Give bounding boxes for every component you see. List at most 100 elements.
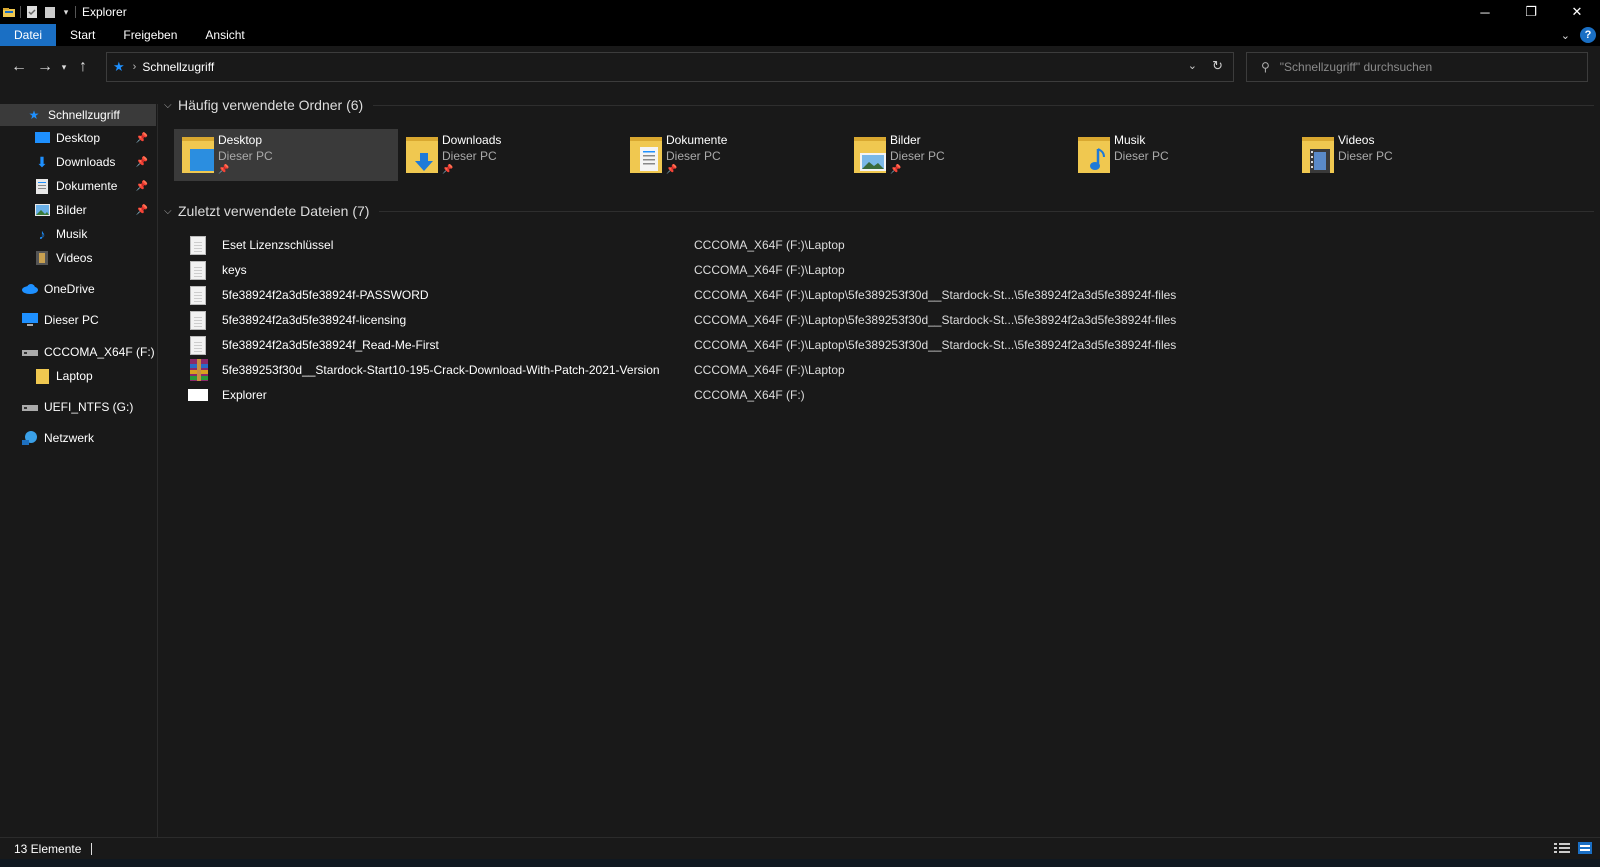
- explorer-app-icon[interactable]: [2, 5, 16, 19]
- breadcrumb-separator-icon[interactable]: ›: [133, 61, 137, 73]
- tab-start[interactable]: Start: [56, 24, 109, 46]
- expand-ribbon-icon[interactable]: ⌄: [1561, 29, 1570, 42]
- recent-file-row[interactable]: keys CCCOMA_X64F (F:)\Laptop: [188, 258, 1588, 282]
- sidebar-item-uefi-drive[interactable]: UEFI_NTFS (G:): [0, 396, 156, 418]
- forward-button[interactable]: →: [32, 52, 58, 82]
- recent-file-row[interactable]: 5fe38924f2a3d5fe38924f-licensing CCCOMA_…: [188, 308, 1588, 332]
- sidebar-item-label: Downloads: [56, 155, 116, 169]
- breadcrumb-schnellzugriff[interactable]: Schnellzugriff: [142, 60, 214, 74]
- sidebar-item-dieser-pc[interactable]: Dieser PC: [0, 309, 156, 331]
- back-button[interactable]: ←: [6, 52, 32, 82]
- file-name: Eset Lizenzschlüssel: [222, 238, 334, 252]
- tab-freigeben[interactable]: Freigeben: [109, 24, 191, 46]
- address-bar[interactable]: ★ › Schnellzugriff ⌄ ↻: [106, 52, 1234, 82]
- file-name: 5fe389253f30d__Stardock-Start10-195-Crac…: [222, 363, 660, 377]
- folder-location: Dieser PC: [1338, 149, 1393, 163]
- pin-icon: 📌: [666, 164, 678, 174]
- close-button[interactable]: ✕: [1554, 0, 1600, 24]
- group-title: Zuletzt verwendete Dateien (7): [178, 203, 370, 219]
- pin-icon: 📌: [890, 164, 902, 174]
- restore-icon: ❐: [1525, 4, 1537, 19]
- window-controls: ─ ❐ ✕: [1462, 0, 1600, 24]
- recent-file-row[interactable]: 5fe38924f2a3d5fe38924f_Read-Me-First CCC…: [188, 333, 1588, 357]
- up-button[interactable]: ↑: [70, 52, 96, 82]
- folder-name: Bilder: [890, 133, 921, 147]
- file-name: 5fe38924f2a3d5fe38924f_Read-Me-First: [222, 338, 439, 352]
- documents-icon: [34, 178, 50, 194]
- blank-file-icon: [188, 385, 208, 405]
- file-location: CCCOMA_X64F (F:)\Laptop: [694, 238, 845, 252]
- minimize-button[interactable]: ─: [1462, 0, 1508, 24]
- pin-icon[interactable]: 📌: [136, 181, 148, 192]
- pin-icon: 📌: [442, 164, 454, 174]
- recent-file-row[interactable]: Explorer CCCOMA_X64F (F:): [188, 383, 1588, 407]
- frequent-folders-header[interactable]: ⌵ Häufig verwendete Ordner (6): [164, 94, 1594, 116]
- pin-icon[interactable]: 📌: [136, 205, 148, 216]
- file-name: 5fe38924f2a3d5fe38924f-PASSWORD: [222, 288, 429, 302]
- recent-locations-button[interactable]: ▾: [58, 52, 70, 82]
- tab-datei[interactable]: Datei: [0, 24, 57, 46]
- cloud-icon: [22, 281, 38, 297]
- sidebar-item-label: UEFI_NTFS (G:): [44, 400, 134, 414]
- folder-location: Dieser PC: [218, 149, 273, 163]
- pictures-icon: [34, 202, 50, 218]
- details-view-icon[interactable]: [1554, 842, 1570, 857]
- recent-file-row[interactable]: Eset Lizenzschlüssel CCCOMA_X64F (F:)\La…: [188, 233, 1588, 257]
- file-name: 5fe38924f2a3d5fe38924f-licensing: [222, 313, 407, 327]
- folder-name: Videos: [1338, 133, 1375, 147]
- folder-tile-bilder[interactable]: Bilder Dieser PC 📌: [846, 129, 1070, 181]
- recent-files-header[interactable]: ⌵ Zuletzt verwendete Dateien (7): [164, 200, 1594, 222]
- sidebar-item-downloads[interactable]: ⬇ Downloads 📌: [0, 151, 156, 173]
- sidebar-item-bilder[interactable]: Bilder 📌: [0, 199, 156, 221]
- text-file-icon: [188, 310, 208, 330]
- properties-icon[interactable]: [25, 5, 39, 19]
- sidebar-item-dokumente[interactable]: Dokumente 📌: [0, 175, 156, 197]
- recent-file-row[interactable]: 5fe389253f30d__Stardock-Start10-195-Crac…: [188, 358, 1588, 382]
- sidebar-item-desktop[interactable]: Desktop 📌: [0, 127, 156, 149]
- sidebar-item-cccoma-drive[interactable]: CCCOMA_X64F (F:): [0, 341, 156, 363]
- desktop-icon: [34, 130, 50, 146]
- sidebar-item-videos[interactable]: Videos: [0, 247, 156, 269]
- pin-icon: 📌: [218, 164, 230, 174]
- pin-icon[interactable]: 📌: [136, 133, 148, 144]
- folder-location: Dieser PC: [442, 149, 497, 163]
- sidebar-item-label: Laptop: [56, 369, 93, 383]
- search-box[interactable]: ⚲: [1246, 52, 1588, 82]
- folder-tile-downloads[interactable]: Downloads Dieser PC 📌: [398, 129, 622, 181]
- taskbar-edge: [0, 859, 1600, 867]
- pin-icon[interactable]: 📌: [136, 157, 148, 168]
- sidebar-item-label: Bilder: [56, 203, 87, 217]
- folder-tile-dokumente[interactable]: Dokumente Dieser PC 📌: [622, 129, 846, 181]
- tiles-view-icon[interactable]: [1578, 842, 1592, 857]
- drive-icon: [22, 344, 38, 360]
- restore-button[interactable]: ❐: [1508, 0, 1554, 24]
- search-input[interactable]: [1279, 60, 1570, 74]
- new-folder-icon[interactable]: [43, 5, 57, 19]
- sidebar-item-schnellzugriff[interactable]: ★ Schnellzugriff: [0, 104, 156, 126]
- sidebar-item-onedrive[interactable]: OneDrive: [0, 278, 156, 300]
- back-arrow-icon: ←: [11, 58, 27, 75]
- sidebar-item-netzwerk[interactable]: Netzwerk: [0, 427, 156, 449]
- refresh-icon[interactable]: ↻: [1212, 58, 1223, 74]
- file-location: CCCOMA_X64F (F:): [694, 388, 805, 402]
- sidebar-item-laptop[interactable]: Laptop: [0, 365, 156, 387]
- tab-ansicht[interactable]: Ansicht: [191, 24, 258, 46]
- chevron-down-icon[interactable]: ⌵: [164, 206, 178, 217]
- help-icon[interactable]: ?: [1580, 27, 1596, 43]
- folder-tile-videos[interactable]: Videos Dieser PC: [1294, 129, 1518, 181]
- folder-tile-musik[interactable]: Musik Dieser PC: [1070, 129, 1294, 181]
- folder-tile-desktop[interactable]: Desktop Dieser PC 📌: [174, 129, 398, 181]
- ribbon-tabs: Datei Start Freigeben Ansicht ⌄ ?: [0, 24, 1600, 46]
- navigation-bar: ← → ▾ ↑ ★ › Schnellzugriff ⌄ ↻ ⚲: [0, 46, 1600, 88]
- chevron-down-icon[interactable]: ⌵: [164, 100, 178, 111]
- sidebar-item-musik[interactable]: ♪ Musik: [0, 223, 156, 245]
- window-title: Explorer: [82, 5, 127, 19]
- address-history-icon[interactable]: ⌄: [1188, 59, 1197, 72]
- folder-name: Musik: [1114, 133, 1146, 147]
- download-icon: ⬇: [36, 153, 48, 170]
- star-icon: ★: [113, 59, 125, 74]
- folder-name: Dokumente: [666, 133, 728, 147]
- customize-quick-access-icon[interactable]: ▾: [61, 7, 71, 18]
- recent-file-row[interactable]: 5fe38924f2a3d5fe38924f-PASSWORD CCCOMA_X…: [188, 283, 1588, 307]
- status-bar: 13 Elemente: [0, 837, 1600, 859]
